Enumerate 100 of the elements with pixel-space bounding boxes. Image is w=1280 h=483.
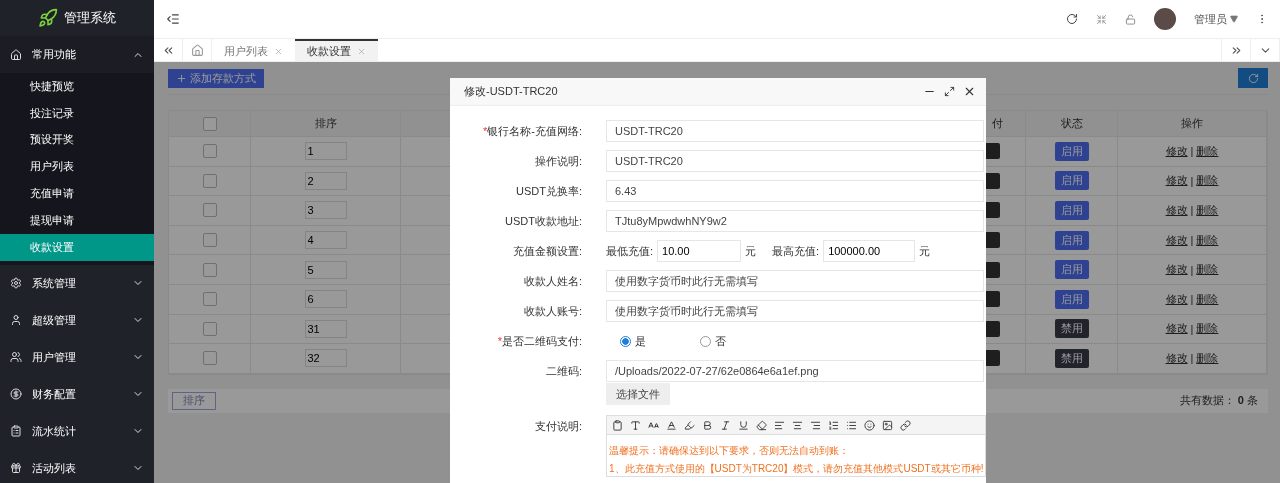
edit-link[interactable]: 修改 [1165, 232, 1188, 248]
eraser-icon[interactable] [756, 419, 767, 431]
fullscreen-icon[interactable] [1096, 13, 1107, 25]
text-field[interactable]: TJtu8yMpwdwhNY9w2 [606, 210, 985, 232]
menu-icon [10, 462, 22, 475]
maximize-icon[interactable] [944, 86, 955, 97]
delete-link[interactable]: 删除 [1196, 321, 1219, 337]
order-field[interactable]: 32 [304, 349, 347, 368]
text-field[interactable]: USDT-TRC20 [606, 150, 985, 172]
highlight-icon[interactable] [684, 419, 695, 431]
home-icon[interactable] [190, 43, 204, 57]
lock-icon[interactable] [1125, 13, 1136, 25]
paste-icon[interactable] [612, 419, 623, 431]
text-field[interactable]: 6.43 [606, 180, 985, 202]
checkbox[interactable] [202, 233, 217, 248]
order-field[interactable]: 5 [304, 260, 347, 279]
total-count: 共有数据： 0 条 [1179, 393, 1259, 409]
bold-icon[interactable] [702, 419, 713, 431]
menu-item[interactable]: 收款设置 [0, 233, 154, 261]
ordered-list-icon[interactable] [828, 419, 839, 431]
text-field[interactable]: USDT-TRC20 [606, 120, 985, 142]
file-path-field[interactable]: /Uploads/2022-07-27/62e0864e6a1ef.png [606, 360, 985, 382]
field-label: 收款人姓名: [522, 274, 582, 289]
edit-link[interactable]: 修改 [1165, 321, 1188, 337]
edit-link[interactable]: 修改 [1165, 262, 1188, 278]
status-badge[interactable]: 禁用 [1054, 348, 1089, 368]
order-field[interactable]: 31 [304, 319, 347, 338]
checkbox[interactable] [202, 262, 217, 277]
menu-item[interactable]: 充值申请 [0, 180, 154, 207]
order-field[interactable]: 1 [304, 142, 347, 161]
delete-link[interactable]: 删除 [1196, 262, 1219, 278]
image-icon[interactable] [882, 419, 893, 431]
delete-link[interactable]: 删除 [1196, 232, 1219, 248]
max-amount-field[interactable]: 100000.00 [823, 240, 916, 262]
italic-icon[interactable] [720, 419, 731, 431]
field-label: 操作说明: [533, 154, 582, 169]
menu-item[interactable]: 投注记录 [0, 99, 154, 127]
font-size-icon[interactable] [648, 419, 659, 431]
font-icon[interactable] [630, 419, 641, 431]
menu-icon [10, 277, 22, 290]
field-label: 支付说明: [533, 419, 582, 434]
checkbox[interactable] [202, 173, 217, 188]
align-right-icon[interactable] [810, 419, 821, 431]
order-field[interactable]: 6 [304, 290, 347, 309]
edit-link[interactable]: 修改 [1165, 143, 1188, 159]
field-label: USDT收款地址: [504, 214, 582, 229]
min-amount-field[interactable]: 10.00 [657, 240, 742, 262]
menu-item[interactable]: 提现申请 [0, 207, 154, 234]
delete-link[interactable]: 删除 [1196, 143, 1219, 159]
checkbox[interactable] [202, 321, 217, 336]
menu-group[interactable]: 超级管理 [0, 301, 154, 339]
status-badge[interactable]: 禁用 [1054, 319, 1089, 339]
menu-group[interactable]: 财务配置 [0, 375, 154, 413]
edit-link[interactable]: 修改 [1165, 350, 1188, 366]
text-color-icon[interactable] [666, 419, 677, 431]
refresh-icon[interactable] [1066, 13, 1078, 25]
menu-item[interactable]: 用户列表 [0, 153, 154, 181]
checkbox[interactable] [202, 292, 217, 307]
edit-link[interactable]: 修改 [1165, 203, 1188, 218]
field-label: 二维码: [544, 364, 582, 379]
emoji-icon[interactable] [864, 419, 875, 431]
menu-icon[interactable] [166, 12, 180, 26]
checkbox[interactable] [202, 203, 217, 218]
link-separator: | [1190, 234, 1194, 247]
delete-link[interactable]: 删除 [1196, 203, 1219, 218]
menu-item[interactable]: 快捷预览 [0, 73, 154, 100]
text-field[interactable]: 使用数字货币时此行无需填写 [606, 270, 985, 292]
tab[interactable]: 收款设置 [295, 39, 378, 61]
user-menu[interactable]: 管理员 [1194, 11, 1238, 27]
order-field[interactable]: 2 [304, 171, 347, 190]
unit-label: 元 [745, 243, 757, 259]
radio-option[interactable]: 否 [700, 333, 726, 349]
menu-icon [10, 351, 22, 364]
align-left-icon[interactable] [774, 419, 785, 431]
delete-link[interactable]: 删除 [1196, 291, 1219, 307]
avatar[interactable] [1154, 8, 1176, 30]
checkbox[interactable] [202, 116, 217, 131]
menu-group[interactable]: 活动列表 [0, 449, 154, 483]
close-icon[interactable] [963, 85, 976, 98]
link-icon[interactable] [900, 419, 911, 431]
bullet-list-icon[interactable] [846, 419, 857, 431]
field-label: *银行名称-充值网络: [482, 124, 582, 139]
choose-file-button[interactable]: 选择文件 [606, 383, 670, 405]
radio-option[interactable]: 是 [620, 333, 646, 349]
align-center-icon[interactable] [792, 419, 803, 431]
edit-link[interactable]: 修改 [1165, 291, 1188, 307]
delete-link[interactable]: 删除 [1196, 173, 1219, 189]
delete-link[interactable]: 删除 [1196, 350, 1219, 366]
text-field[interactable]: 使用数字货币时此行无需填写 [606, 300, 985, 322]
underline-icon[interactable] [738, 419, 749, 431]
menu-item[interactable]: 预设开奖 [0, 126, 154, 154]
menu-group[interactable]: 常用功能 [0, 36, 154, 73]
order-field[interactable]: 3 [304, 201, 347, 220]
menu-group[interactable]: 用户管理 [0, 338, 154, 376]
order-field[interactable]: 4 [304, 231, 347, 250]
menu-group[interactable]: 流水统计 [0, 412, 154, 450]
menu-group[interactable]: 系统管理 [0, 264, 154, 302]
edit-link[interactable]: 修改 [1165, 173, 1188, 189]
checkbox[interactable] [202, 144, 217, 159]
checkbox[interactable] [202, 351, 217, 366]
